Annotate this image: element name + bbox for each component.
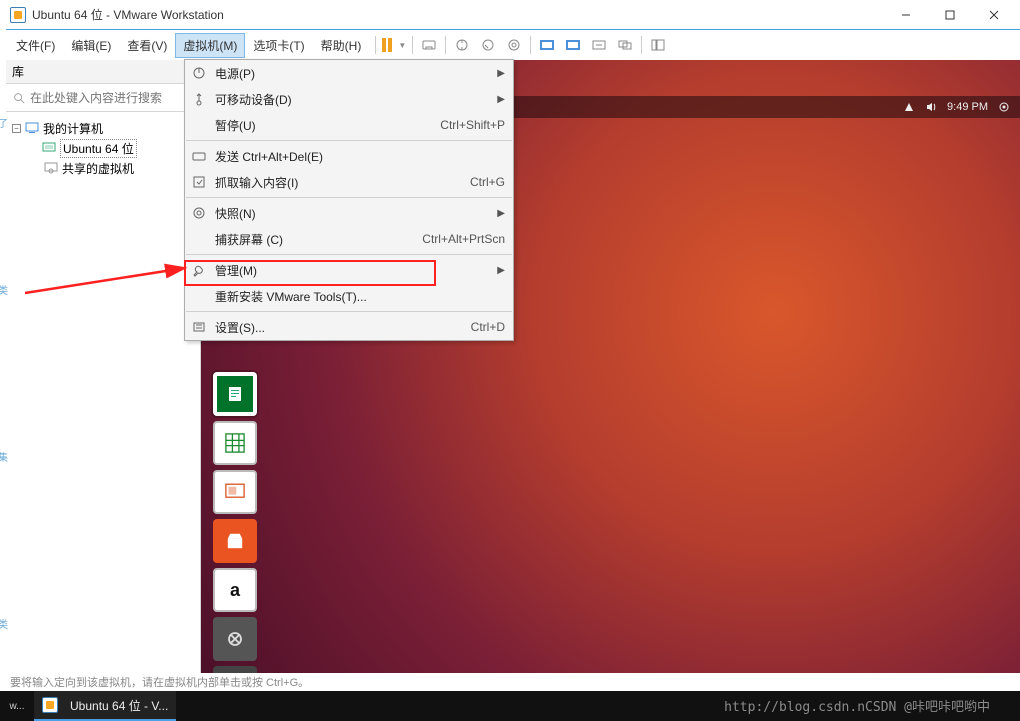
- menu-send-cad[interactable]: 发送 Ctrl+Alt+Del(E): [185, 143, 513, 169]
- vm-icon: [42, 141, 56, 155]
- page-edge-decor: 了类集类: [0, 55, 6, 691]
- tree-item-shared[interactable]: 共享的虚拟机: [10, 158, 196, 178]
- toolbar-view-group: [537, 35, 635, 55]
- keyboard-icon: [191, 148, 207, 164]
- send-cad-icon[interactable]: [419, 35, 439, 55]
- menu-help[interactable]: 帮助(H): [313, 33, 370, 58]
- taskbar-app-vmware[interactable]: Ubuntu 64 位 - V...: [34, 691, 176, 721]
- settings-icon: [191, 319, 207, 335]
- snapshot-take-icon[interactable]: [452, 35, 472, 55]
- chevron-right-icon: ▶: [497, 265, 505, 276]
- snapshot-manage-icon[interactable]: [504, 35, 524, 55]
- toolbar-snapshot-group: [452, 35, 524, 55]
- launcher-writer-icon[interactable]: [213, 372, 257, 416]
- library-tree: − 我的计算机 Ubuntu 64 位 共享的虚拟机: [6, 112, 200, 184]
- chevron-right-icon: ▶: [497, 94, 505, 105]
- taskbar-app-label: Ubuntu 64 位 - V...: [70, 697, 168, 714]
- unity-icon[interactable]: [563, 35, 583, 55]
- sidebar-search[interactable]: ▼: [6, 84, 200, 112]
- menu-file[interactable]: 文件(F): [8, 33, 63, 58]
- separator: [641, 36, 642, 54]
- separator: [186, 140, 512, 141]
- vm-menu-dropdown: 电源(P) ▶ 可移动设备(D) ▶ 暂停(U) Ctrl+Shift+P 发送…: [184, 59, 514, 341]
- chevron-right-icon: ▶: [497, 68, 505, 79]
- chevron-right-icon: ▶: [497, 208, 505, 219]
- usb-icon: [191, 91, 207, 107]
- library-toggle-icon[interactable]: [648, 35, 668, 55]
- network-icon[interactable]: [903, 101, 915, 113]
- launcher-amazon-icon[interactable]: a: [213, 568, 257, 612]
- toolbar-power-group: ▼: [382, 38, 406, 52]
- cycle-icon[interactable]: [615, 35, 635, 55]
- ubuntu-launcher: a: [213, 372, 257, 691]
- stretch-icon[interactable]: [589, 35, 609, 55]
- separator: [445, 36, 446, 54]
- menu-pause[interactable]: 暂停(U) Ctrl+Shift+P: [185, 112, 513, 138]
- wrench-icon: [191, 262, 207, 278]
- window-titlebar: Ubuntu 64 位 - VMware Workstation: [6, 0, 1020, 30]
- separator: [186, 254, 512, 255]
- fullscreen-icon[interactable]: [537, 35, 557, 55]
- separator: [412, 36, 413, 54]
- tree-item-label: 共享的虚拟机: [62, 160, 134, 177]
- launcher-software-icon[interactable]: [213, 519, 257, 563]
- launcher-calc-icon[interactable]: [213, 421, 257, 465]
- collapse-icon[interactable]: −: [12, 124, 21, 133]
- search-input[interactable]: [30, 91, 186, 105]
- separator: [186, 311, 512, 312]
- menu-edit[interactable]: 编辑(E): [63, 33, 119, 58]
- separator: [186, 197, 512, 198]
- tree-root-label: 我的计算机: [43, 120, 103, 137]
- menu-snapshot[interactable]: 快照(N) ▶: [185, 200, 513, 226]
- tree-item-ubuntu[interactable]: Ubuntu 64 位: [10, 138, 196, 158]
- search-icon: [12, 91, 26, 105]
- menu-power[interactable]: 电源(P) ▶: [185, 60, 513, 86]
- shared-icon: [44, 161, 58, 175]
- menu-vm[interactable]: 虚拟机(M): [175, 33, 245, 58]
- pause-icon[interactable]: [382, 38, 392, 52]
- library-sidebar: 库 × ▼ − 我的计算机 Ubuntu 64 位 共享的虚拟机: [6, 60, 201, 691]
- chevron-down-icon[interactable]: ▼: [398, 41, 406, 50]
- tree-item-label: Ubuntu 64 位: [60, 139, 137, 158]
- launcher-impress-icon[interactable]: [213, 470, 257, 514]
- sound-icon[interactable]: [925, 101, 937, 113]
- close-button[interactable]: [972, 0, 1016, 29]
- sidebar-header: 库 ×: [6, 60, 200, 84]
- toolbar-misc: [419, 35, 439, 55]
- app-icon: [10, 7, 26, 23]
- taskbar-start-overflow[interactable]: w...: [0, 691, 34, 721]
- computer-icon: [25, 121, 39, 135]
- menu-grab-input[interactable]: 抓取输入内容(I) Ctrl+G: [185, 169, 513, 195]
- menubar: 文件(F) 编辑(E) 查看(V) 虚拟机(M) 选项卡(T) 帮助(H) ▼: [6, 30, 1020, 60]
- status-text: 要将输入定向到该虚拟机，请在虚拟机内部单击或按 Ctrl+G。: [10, 674, 309, 690]
- snapshot-icon: [191, 205, 207, 221]
- separator: [375, 36, 376, 54]
- separator: [530, 36, 531, 54]
- menu-settings[interactable]: 设置(S)... Ctrl+D: [185, 314, 513, 340]
- menu-tabs[interactable]: 选项卡(T): [245, 33, 312, 58]
- power-icon: [191, 65, 207, 81]
- launcher-settings-icon[interactable]: [213, 617, 257, 661]
- app-icon: [42, 697, 58, 713]
- grab-icon: [191, 174, 207, 190]
- snapshot-revert-icon[interactable]: [478, 35, 498, 55]
- minimize-button[interactable]: [884, 0, 928, 29]
- menu-reinstall-tools[interactable]: 重新安装 VMware Tools(T)...: [185, 283, 513, 309]
- menu-removable[interactable]: 可移动设备(D) ▶: [185, 86, 513, 112]
- menu-manage[interactable]: 管理(M) ▶: [185, 257, 513, 283]
- status-bar: 要将输入定向到该虚拟机，请在虚拟机内部单击或按 Ctrl+G。: [6, 673, 1020, 691]
- window-title: Ubuntu 64 位 - VMware Workstation: [32, 6, 884, 23]
- menu-capture-screen[interactable]: 捕获屏幕 (C) Ctrl+Alt+PrtScn: [185, 226, 513, 252]
- ubuntu-clock[interactable]: 9:49 PM: [947, 101, 988, 113]
- tree-root[interactable]: − 我的计算机: [10, 118, 196, 138]
- sidebar-title: 库: [12, 63, 24, 80]
- watermark-text: http://blog.csdn.nCSDN @咔吧咔吧哟中: [724, 696, 990, 715]
- maximize-button[interactable]: [928, 0, 972, 29]
- gear-icon[interactable]: [998, 101, 1010, 113]
- window-controls: [884, 0, 1016, 29]
- menu-view[interactable]: 查看(V): [119, 33, 175, 58]
